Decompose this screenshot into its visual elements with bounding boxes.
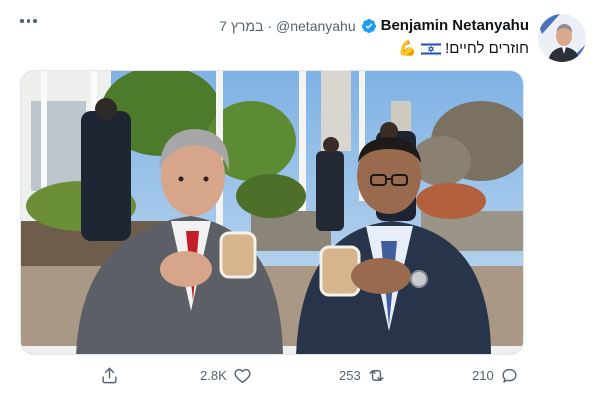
retweet-count: 253 xyxy=(339,368,361,383)
tweet-text: חוזרים לחיים! xyxy=(445,40,529,57)
tweet-card: 7 במרץ · @netanyahu Benjamin Netanyahu 💪 xyxy=(0,0,595,405)
author-name[interactable]: Benjamin Netanyahu xyxy=(381,17,529,34)
header-separator: · xyxy=(267,17,273,34)
share-icon xyxy=(102,367,117,384)
author-handle[interactable]: @netanyahu xyxy=(276,18,356,34)
more-options-icon[interactable] xyxy=(20,14,42,28)
israel-flag-icon xyxy=(421,41,442,56)
tweet-header: 7 במרץ · @netanyahu Benjamin Netanyahu xyxy=(219,17,529,34)
verified-badge-icon xyxy=(361,18,376,33)
retweet-button[interactable]: 253 xyxy=(339,366,386,385)
reply-count: 210 xyxy=(472,368,494,383)
author-avatar[interactable] xyxy=(538,14,586,62)
tweet-text-row: 💪 חוזרים לחיים! xyxy=(398,40,529,57)
tweet-photo[interactable] xyxy=(20,70,524,355)
reply-icon xyxy=(502,368,517,383)
like-count: 2.8K xyxy=(200,368,227,383)
share-button[interactable] xyxy=(100,366,119,385)
flexed-biceps-icon: 💪 xyxy=(398,40,418,57)
like-button[interactable]: 2.8K xyxy=(200,366,252,385)
heart-icon xyxy=(234,368,251,383)
reply-button[interactable]: 210 xyxy=(472,366,519,385)
tweet-actions: 2.8K 253 210 xyxy=(0,362,595,392)
tweet-date[interactable]: 7 במרץ xyxy=(219,18,263,34)
retweet-icon xyxy=(369,370,384,381)
